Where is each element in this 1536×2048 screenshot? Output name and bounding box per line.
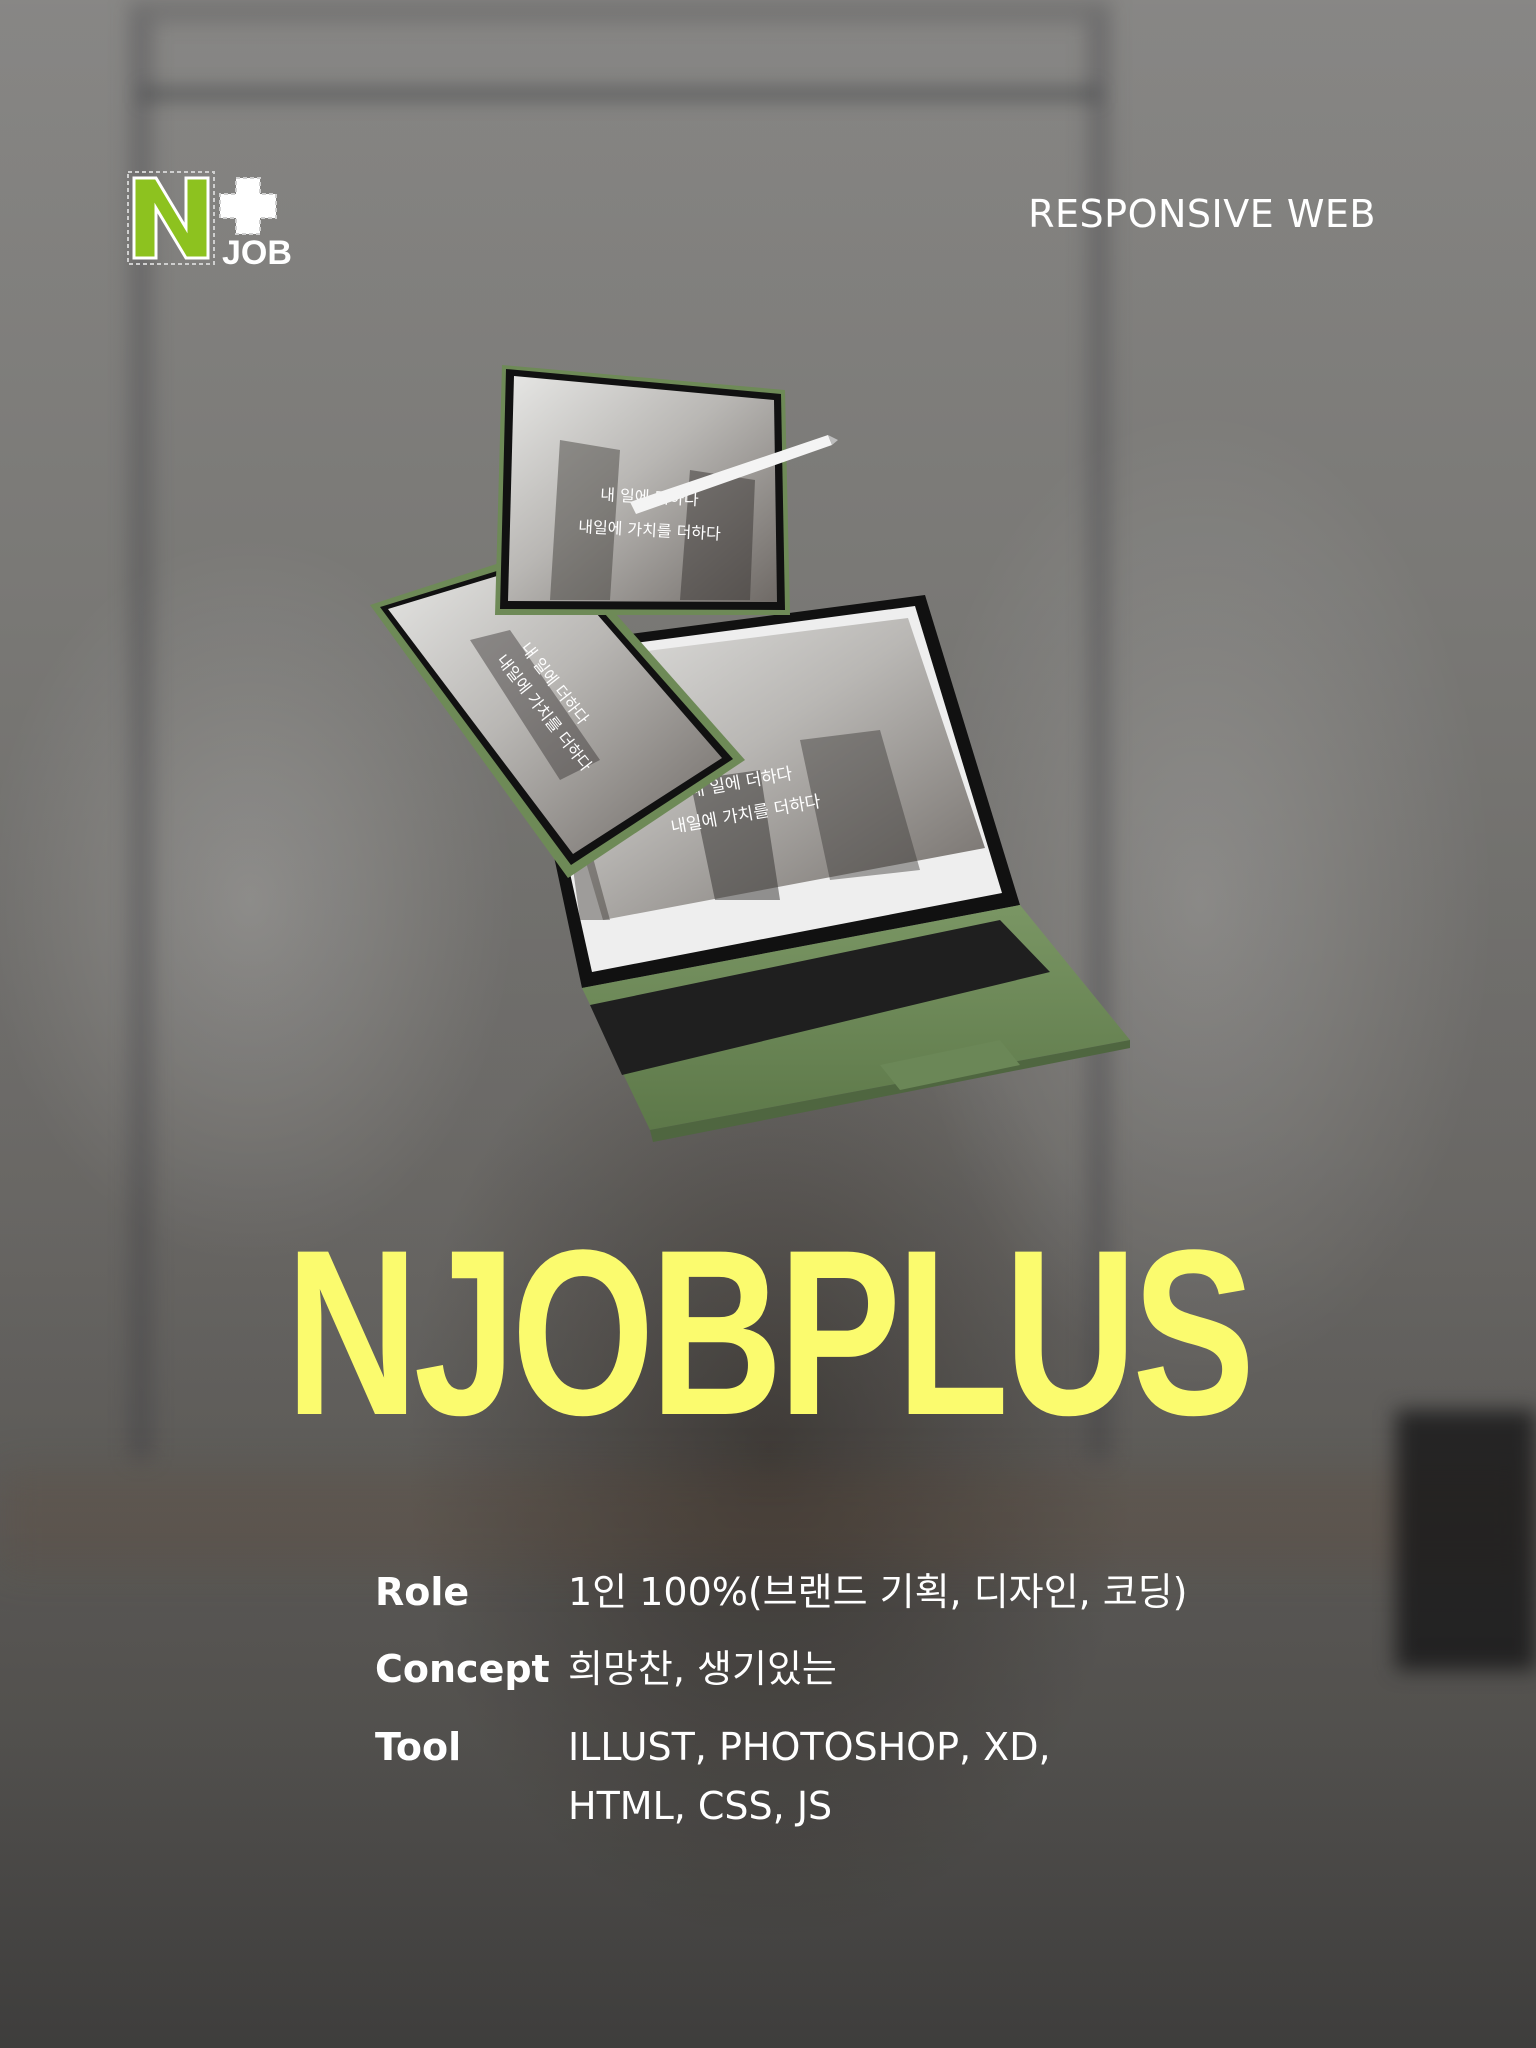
- info-row-concept: Concept 희망찬, 생기있는: [375, 1645, 1188, 1694]
- logo-n-mark: [132, 176, 210, 260]
- device-mockup: 내 일에 더하다 내일에 가치를 더하다 내 일에 더하다 내일에 가치를 더하…: [370, 365, 1130, 1142]
- info-row-tool: Tool ILLUST, PHOTOSHOP, XD, HTML, CSS, J…: [375, 1723, 1188, 1832]
- tablet-upright: 내 일에 더하다 내일에 가치를 더하다: [495, 365, 838, 615]
- info-row-role: Role 1인 100%(브랜드 기획, 디자인, 코딩): [375, 1568, 1188, 1617]
- tool-value-line1: ILLUST, PHOTOSHOP, XD,: [568, 1724, 1051, 1769]
- project-title: NJOBPLUS: [285, 1201, 1256, 1465]
- concept-value: 희망찬, 생기있는: [568, 1647, 837, 1692]
- category-label: RESPONSIVE WEB: [1028, 192, 1376, 236]
- concept-label: Concept: [375, 1647, 550, 1692]
- role-label: Role: [375, 1570, 470, 1614]
- tool-value: ILLUST, PHOTOSHOP, XD, HTML, CSS, JS: [568, 1723, 1051, 1832]
- logo-text: JOB: [222, 234, 292, 270]
- tool-value-line2: HTML, CSS, JS: [568, 1784, 833, 1829]
- tool-label: Tool: [375, 1724, 462, 1769]
- project-info: Role 1인 100%(브랜드 기획, 디자인, 코딩) Concept 희망…: [375, 1568, 1188, 1860]
- role-value: 1인 100%(브랜드 기획, 디자인, 코딩): [568, 1570, 1188, 1614]
- logo-plus-mark: [219, 177, 277, 235]
- njob-logo: JOB: [127, 171, 292, 270]
